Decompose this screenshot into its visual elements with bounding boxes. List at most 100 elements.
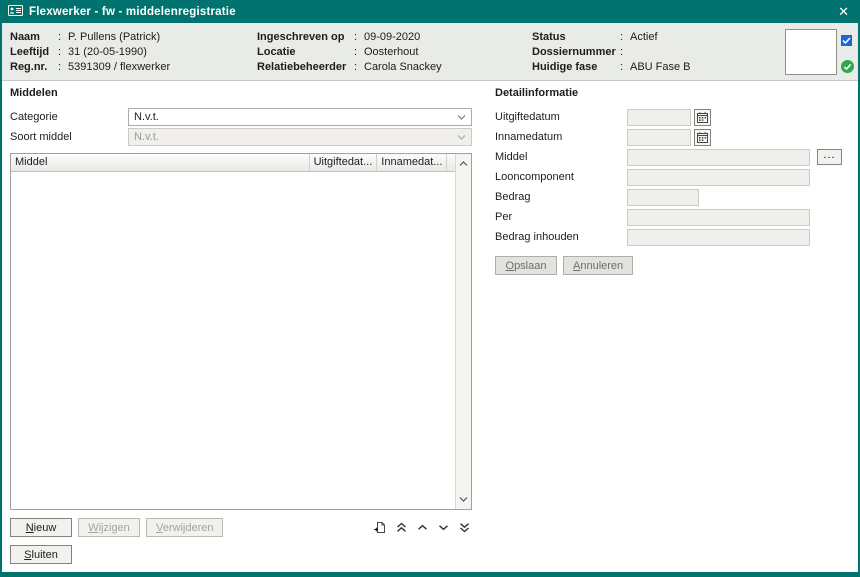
header-row-naam: Naam : P. Pullens (Patrick)	[10, 29, 257, 44]
annuleren-button[interactable]: Annuleren	[563, 256, 633, 275]
regnr-value: 5391309 / flexwerker	[68, 61, 170, 73]
middel-label: Middel	[495, 151, 627, 163]
soort-middel-label: Soort middel	[10, 131, 128, 143]
chevron-up-icon[interactable]	[417, 522, 428, 533]
header-row-locatie: Locatie : Oosterhout	[257, 44, 532, 59]
header-column-3: Status : Actief Dossiernummer : Huidige …	[532, 29, 762, 75]
wijzigen-label: Wijzigen	[88, 522, 130, 534]
chevron-down-nav-icon[interactable]	[438, 522, 449, 533]
table-scrollbar[interactable]	[455, 154, 471, 509]
header-row-regnr: Reg.nr. : 5391309 / flexwerker	[10, 60, 257, 75]
soort-middel-select[interactable]: N.v.t.	[128, 128, 472, 146]
double-chevron-up-icon[interactable]	[396, 522, 407, 533]
middel-row: Middel ...	[495, 147, 842, 167]
status-value: Actief	[630, 31, 658, 43]
header-row-dossiernummer: Dossiernummer :	[532, 44, 762, 59]
looncomponent-input[interactable]	[627, 169, 810, 186]
middelen-title: Middelen	[10, 87, 472, 103]
annuleren-label: Annuleren	[573, 260, 623, 272]
flexwerker-window: Flexwerker - fw - middelenregistratie ✕ …	[0, 0, 860, 577]
looncomponent-label: Looncomponent	[495, 171, 627, 183]
status-ok-icon	[841, 60, 854, 76]
separator: :	[620, 31, 630, 43]
uitgiftedatum-input[interactable]	[627, 109, 691, 126]
locatie-value: Oosterhout	[364, 46, 418, 58]
soort-middel-selected-value: N.v.t.	[134, 131, 457, 143]
nieuw-button[interactable]: Nieuw	[10, 518, 72, 537]
per-row: Per	[495, 207, 842, 227]
header-right	[785, 29, 854, 75]
separator: :	[58, 31, 68, 43]
middel-input[interactable]	[627, 149, 810, 166]
middelen-buttons-row: Nieuw Wijzigen Verwijderen	[10, 518, 472, 537]
double-chevron-down-icon[interactable]	[459, 522, 470, 533]
middel-lookup-button[interactable]: ...	[817, 149, 842, 165]
verwijderen-button[interactable]: Verwijderen	[146, 518, 223, 537]
middelen-table-body[interactable]	[11, 172, 471, 509]
separator: :	[354, 46, 364, 58]
relatiebeheerder-label: Relatiebeheerder	[257, 61, 354, 73]
header-row-relatiebeheerder: Relatiebeheerder : Carola Snackey	[257, 60, 532, 75]
nieuw-label: Nieuw	[26, 522, 57, 534]
soort-middel-row: Soort middel N.v.t.	[10, 127, 472, 147]
looncomponent-row: Looncomponent	[495, 167, 842, 187]
photo-placeholder	[785, 29, 837, 75]
bedrag-input[interactable]	[627, 189, 699, 206]
flexwerker-card-icon	[8, 5, 23, 19]
ingeschreven-value: 09-09-2020	[364, 31, 420, 43]
header-row-ingeschreven: Ingeschreven op : 09-09-2020	[257, 29, 532, 44]
status-label: Status	[532, 31, 620, 43]
opslaan-label: Opslaan	[506, 260, 547, 272]
regnr-label: Reg.nr.	[10, 61, 58, 73]
uitgiftedatum-calendar-button[interactable]	[694, 109, 711, 126]
categorie-select[interactable]: N.v.t.	[128, 108, 472, 126]
separator: :	[620, 61, 630, 73]
separator: :	[354, 61, 364, 73]
column-header-uitgiftedatum[interactable]: Uitgiftedat...	[310, 154, 378, 171]
wijzigen-button[interactable]: Wijzigen	[78, 518, 140, 537]
selected-checkbox[interactable]	[841, 35, 854, 49]
categorie-label: Categorie	[10, 111, 128, 123]
person-header-columns: Naam : P. Pullens (Patrick) Leeftijd : 3…	[10, 29, 785, 75]
relatiebeheerder-value: Carola Snackey	[364, 61, 442, 73]
verwijderen-label: Verwijderen	[156, 522, 213, 534]
middelen-table: Middel Uitgiftedat... Innamedat...	[10, 153, 472, 510]
innamedatum-calendar-button[interactable]	[694, 129, 711, 146]
per-input[interactable]	[627, 209, 810, 226]
chevron-down-icon	[457, 111, 466, 123]
bedrag-inhouden-label: Bedrag inhouden	[495, 231, 627, 243]
chevron-down-icon	[457, 131, 466, 143]
titlebar: Flexwerker - fw - middelenregistratie ✕	[2, 0, 858, 23]
scroll-down-icon[interactable]	[459, 493, 468, 505]
sluiten-button[interactable]: Sluiten	[10, 545, 72, 564]
uitgiftedatum-row: Uitgiftedatum	[495, 107, 842, 127]
bedrag-inhouden-input[interactable]	[627, 229, 810, 246]
close-icon[interactable]: ✕	[838, 5, 849, 18]
column-header-middel[interactable]: Middel	[11, 154, 310, 171]
middelen-panel: Middelen Categorie N.v.t. Soort middel N…	[10, 87, 472, 564]
naam-label: Naam	[10, 31, 58, 43]
header-column-1: Naam : P. Pullens (Patrick) Leeftijd : 3…	[10, 29, 257, 75]
person-header: Naam : P. Pullens (Patrick) Leeftijd : 3…	[2, 23, 858, 81]
bedrag-inhouden-row: Bedrag inhouden	[495, 227, 842, 247]
per-label: Per	[495, 211, 627, 223]
scroll-up-icon[interactable]	[459, 158, 468, 170]
main-area: Middelen Categorie N.v.t. Soort middel N…	[2, 81, 858, 572]
copy-row-icon[interactable]	[373, 521, 386, 534]
naam-value: P. Pullens (Patrick)	[68, 31, 160, 43]
locatie-label: Locatie	[257, 46, 354, 58]
header-row-leeftijd: Leeftijd : 31 (20-05-1990)	[10, 44, 257, 59]
row-navigation-icons	[373, 521, 472, 534]
column-header-innamedatum[interactable]: Innamedat...	[377, 154, 447, 171]
detail-panel: Detailinformatie Uitgiftedatum	[495, 87, 842, 564]
middelen-table-header: Middel Uitgiftedat... Innamedat...	[11, 154, 471, 172]
header-row-status: Status : Actief	[532, 29, 762, 44]
leeftijd-label: Leeftijd	[10, 46, 58, 58]
categorie-row: Categorie N.v.t.	[10, 107, 472, 127]
state-icons	[841, 29, 854, 75]
opslaan-button[interactable]: Opslaan	[495, 256, 557, 275]
innamedatum-input[interactable]	[627, 129, 691, 146]
sluiten-label: Sluiten	[24, 549, 58, 561]
header-row-huidige-fase: Huidige fase : ABU Fase B	[532, 60, 762, 75]
separator: :	[58, 46, 68, 58]
